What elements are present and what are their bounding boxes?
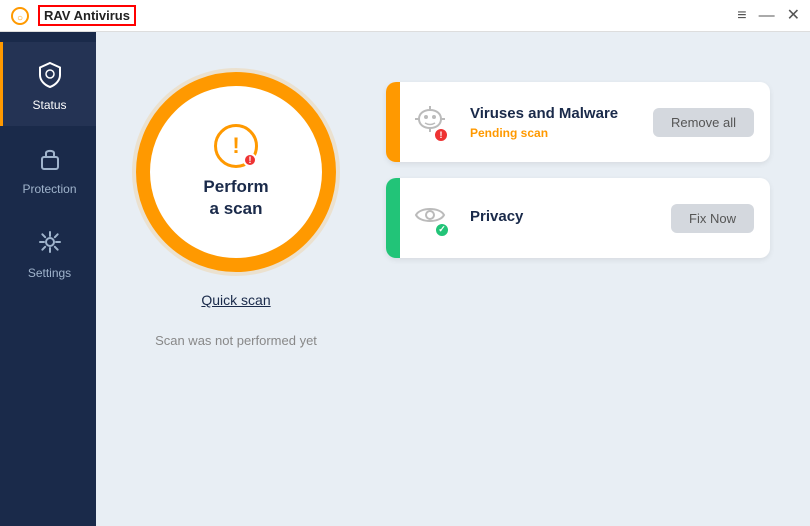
scan-alert-icon xyxy=(214,124,258,168)
scan-exclaim-dot xyxy=(243,153,257,167)
sidebar-label-status: Status xyxy=(32,98,66,112)
close-button[interactable]: ✕ xyxy=(787,8,800,24)
scan-circle-inner: Perform a scan xyxy=(203,124,268,220)
privacy-icon xyxy=(412,201,448,236)
privacy-card-action: Fix Now xyxy=(655,192,770,245)
sidebar: Status Protection Settings xyxy=(0,32,96,526)
privacy-check-dot xyxy=(434,222,450,238)
sidebar-label-settings: Settings xyxy=(28,266,71,280)
sidebar-item-status[interactable]: Status xyxy=(0,42,96,126)
viruses-card-body: Viruses and Malware Pending scan xyxy=(460,93,637,152)
menu-button[interactable]: ≡ xyxy=(737,8,746,24)
virus-icon xyxy=(413,104,447,141)
scan-circle[interactable]: Perform a scan xyxy=(136,72,336,272)
privacy-icon-area xyxy=(400,191,460,246)
quick-scan-link[interactable]: Quick scan xyxy=(201,292,270,308)
app-title: RAV Antivirus xyxy=(38,5,136,26)
privacy-card-accent xyxy=(386,178,400,258)
viruses-card: Viruses and Malware Pending scan Remove … xyxy=(386,82,770,162)
title-bar: ○ RAV Antivirus ≡ — ✕ xyxy=(0,0,810,32)
virus-warning-dot xyxy=(433,127,449,143)
scan-panel: Perform a scan Quick scan Scan was not p… xyxy=(136,72,336,348)
rav-logo-icon: ○ xyxy=(10,6,30,26)
lock-icon xyxy=(37,144,63,176)
privacy-card-body: Privacy xyxy=(460,196,655,241)
privacy-card-title: Privacy xyxy=(470,208,645,225)
cards-panel: Viruses and Malware Pending scan Remove … xyxy=(386,82,770,258)
viruses-card-subtitle: Pending scan xyxy=(470,126,627,140)
gear-icon xyxy=(36,228,64,260)
svg-text:○: ○ xyxy=(17,13,23,24)
privacy-card: Privacy Fix Now xyxy=(386,178,770,258)
fix-now-button[interactable]: Fix Now xyxy=(671,204,754,233)
title-bar-controls: ≡ — ✕ xyxy=(737,8,800,24)
viruses-card-title: Viruses and Malware xyxy=(470,105,627,122)
shield-icon xyxy=(36,60,64,92)
scan-text: Perform a scan xyxy=(203,176,268,220)
app-body: Status Protection Settings xyxy=(0,32,810,526)
minimize-button[interactable]: — xyxy=(759,8,775,24)
sidebar-label-protection: Protection xyxy=(22,182,76,196)
sidebar-item-protection[interactable]: Protection xyxy=(0,126,96,210)
sidebar-item-settings[interactable]: Settings xyxy=(0,210,96,294)
main-content: Perform a scan Quick scan Scan was not p… xyxy=(96,32,810,526)
scan-status-text: Scan was not performed yet xyxy=(155,333,317,348)
remove-all-button[interactable]: Remove all xyxy=(653,108,754,137)
viruses-card-action: Remove all xyxy=(637,96,770,149)
title-bar-left: ○ RAV Antivirus xyxy=(10,5,136,26)
viruses-card-accent xyxy=(386,82,400,162)
viruses-icon-area xyxy=(400,94,460,151)
